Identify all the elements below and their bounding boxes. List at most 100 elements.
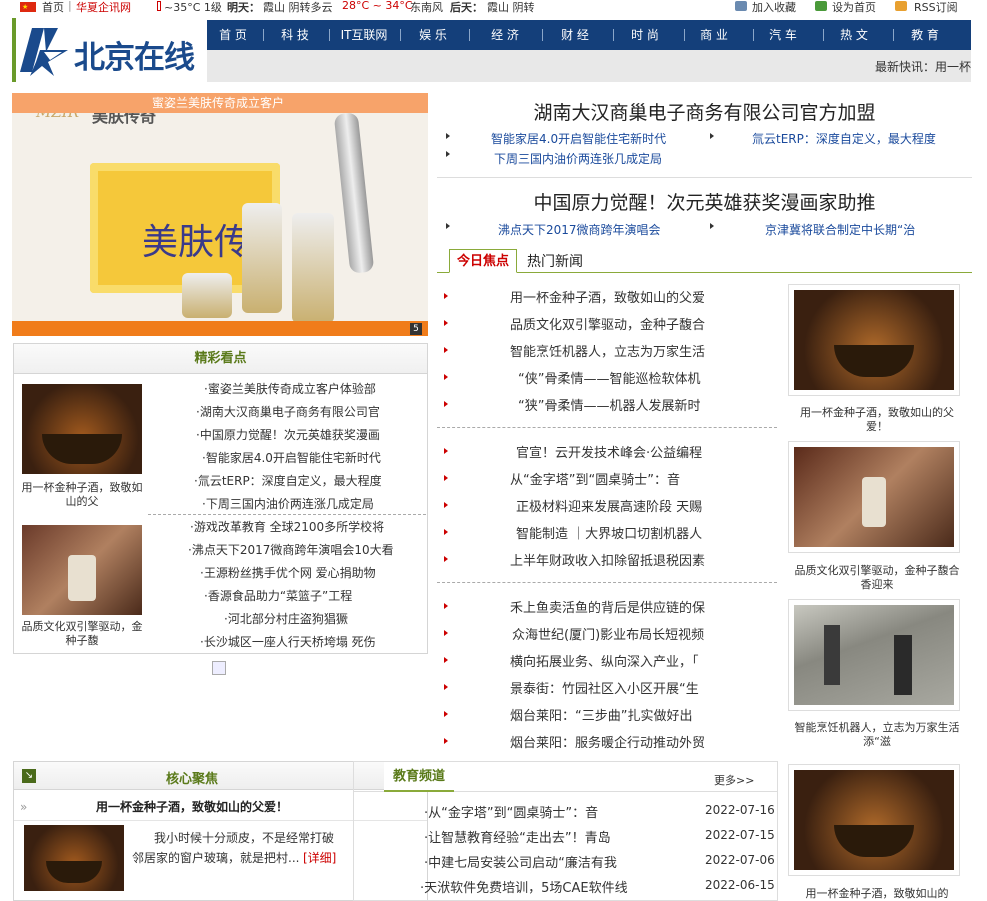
nav-fashion[interactable]: 时 尚 [617,20,673,50]
weather-tomorrow-temp: 28°C ~ 34°C [342,0,413,12]
nav-tech[interactable]: 科 技 [267,20,323,50]
nav-ent[interactable]: 娱 乐 [404,20,462,50]
nav-auto[interactable]: 汽 车 [757,20,809,50]
logo-mark-icon [20,28,68,76]
list-item[interactable]: 官宣！云开发技术峰会·公益编程 [516,442,702,461]
nav-finance[interactable]: 财 经 [546,20,604,50]
after-label: 后天： [450,1,483,14]
right-image-2-caption[interactable]: 品质文化双引擎驱动，金种子馥合香迎来 [792,564,962,592]
hexin-headline[interactable]: 用一杯金种子酒，致敬如山的父爱！ [96,798,288,815]
headline-2-sub-2[interactable]: 京津冀将联合制定中长期“治 [765,221,915,238]
ticker-text[interactable]: 最新快讯：用一杯 [875,58,971,75]
nav-divider [893,29,894,41]
list-item[interactable]: ·蜜姿兰美肤传奇成立客户体验部 [204,380,376,397]
list-item[interactable]: ·游戏改革教育 全球2100多所学校将 [190,518,384,535]
list-item[interactable]: “狭”骨柔情——机器人发展新时 [518,395,700,414]
headline-1-sub-3[interactable]: 下周三国内油价两连张几成定局 [494,150,662,167]
nav-edu[interactable]: 教 育 [897,20,953,50]
nav-hot[interactable]: 热 文 [827,20,881,50]
list-item[interactable]: 众海世纪(厦门)影业布局长短视频 [512,624,704,643]
edu-item[interactable]: ·天洑软件免费培训，5场CAE软件线 [420,877,628,896]
home-link[interactable]: 首页 [42,0,64,15]
jingcai-thumb-2[interactable] [22,525,142,615]
tab-hot[interactable]: 热门新闻 [527,250,583,274]
bullet-icon [444,475,448,481]
hexin-title: 核心聚焦 [165,772,218,787]
headline-2[interactable]: 中国原力觉醒！次元英雄获奖漫画家助推 [437,188,972,215]
edu-item-date: 2022-07-06 [705,853,775,867]
weather-tomorrow-wind: 东南风 [410,1,443,14]
right-image-2-pic [794,447,954,547]
list-item[interactable]: 烟台莱阳：“三步曲”扎实做好出 [510,705,692,724]
list-item[interactable]: ·中国原力觉醒！次元英雄获奖漫画 [196,426,380,443]
double-chevron-icon: » [20,800,28,814]
list-item[interactable]: 智能制造 ｜大界坡口切割机器人 [516,523,702,542]
nav-internet[interactable]: IT互联网 [333,20,395,50]
edu-item[interactable]: ·中建七局安装公司启动“廉洁有我 [424,852,617,871]
site-logo[interactable]: 北京在线 [12,18,204,82]
headline-1[interactable]: 湖南大汉商巢电子商务有限公司官方加盟 [437,98,972,125]
list-item[interactable]: 从“金字塔”到“圆桌骑士”：音 [510,469,680,488]
list-item[interactable]: ·王源粉丝携手优个网 爱心捐助物 [200,564,376,581]
list-item[interactable]: ·长沙城区一座人行天桥垮塌 死伤 [200,633,376,650]
list-item[interactable]: 品质文化双引擎驱动，金种子馥合 [510,314,705,333]
list-item[interactable]: ·下周三国内油价两连涨几成定局 [202,495,374,512]
list-item[interactable]: ·氚云tERP：深度自定义，最大程度 [194,472,382,489]
list-item[interactable]: 用一杯金种子酒，致敬如山的父爱 [510,287,705,306]
rss-link[interactable]: RSS订阅 [914,0,958,15]
jingcai-thumb-1[interactable] [22,384,142,474]
right-image-1-pic [794,290,954,390]
list-item[interactable]: 禾上鱼卖活鱼的背后是供应链的保 [510,597,705,616]
list-item[interactable]: 烟台莱阳：服务暖企行动推动外贸 [510,732,705,751]
edu-item-date: 2022-07-15 [705,828,775,842]
list-item[interactable]: ·湖南大汉商巢电子商务有限公司官 [196,403,380,420]
bullet-icon [444,738,448,744]
list-item[interactable]: 智能烹饪机器人，立志为万家生活 [510,341,705,360]
list-item[interactable]: ·河北部分村庄盗狗猖獗 [224,610,348,627]
right-image-4[interactable] [788,764,960,876]
list-item[interactable]: ·香源食品助力“菜篮子”工程 [204,587,352,604]
bowl-shape [834,825,914,857]
bullet-icon [444,401,448,407]
favorite-link[interactable]: 加入收藏 [752,0,796,15]
headline-2-sub-1[interactable]: 沸点天下2017微商跨年演唱会 [498,221,661,238]
nav-business[interactable]: 商 业 [688,20,740,50]
tab-focus[interactable]: 今日焦点 [449,249,517,273]
list-item[interactable]: “侠”骨柔情——智能巡检软体机 [518,368,700,387]
list-item[interactable]: ·智能家居4.0开启智能住宅新时代 [202,449,381,466]
hexin-more-link[interactable]: [详细] [303,849,336,866]
nav-economy[interactable]: 经 济 [473,20,537,50]
edu-more-link[interactable]: 更多>> [714,772,754,788]
edu-title[interactable]: 教育频道 [384,762,454,792]
right-image-2[interactable] [788,441,960,553]
jingcai-thumb-1-caption[interactable]: 用一杯金种子酒，致敬如山的父 [18,481,146,509]
list-item[interactable]: 上半年财政收入扣除留抵退税因素 [510,550,705,569]
edu-item[interactable]: ·从“金字塔”到“圆桌骑士”：音 [424,802,598,821]
list-item[interactable]: 景泰街：竹园社区入小区开展“生 [510,678,699,697]
list-item[interactable]: 横向拓展业务、纵向深入产业，「 [510,651,699,670]
sethome-link[interactable]: 设为首页 [832,0,876,15]
list-item[interactable]: 正极材料迎来发展高速阶段 天赐 [516,496,702,515]
headline-1-sub-2[interactable]: 氚云tERP：深度自定义，最大程度 [752,130,936,147]
bottle-3 [182,273,232,318]
headline-1-sub-1[interactable]: 智能家居4.0开启智能住宅新时代 [491,130,666,147]
edu-item[interactable]: ·让智慧教育经验“走出去”！青岛 [424,827,611,846]
thermometer-icon [157,1,161,11]
bowl-shape [834,345,914,377]
right-image-1-caption[interactable]: 用一杯金种子酒，致敬如山的父爱！ [792,406,962,434]
image-slider[interactable]: MZIR 美肤传奇 美肤传 蜜姿兰美肤传奇成立客户 5 [12,93,428,336]
bullet-icon [444,293,448,299]
bullet-icon [446,223,450,229]
hexin-thumb[interactable] [24,825,124,891]
jingcai-box: 精彩看点 用一杯金种子酒，致敬如山的父 品质文化双引擎驱动，金种子馥 ·蜜姿兰美… [13,343,428,654]
right-image-3[interactable] [788,599,960,711]
huaxia-link[interactable]: 华夏企讯网 [76,0,131,15]
slider-page[interactable]: 5 [410,323,422,335]
slider-caption[interactable]: 蜜姿兰美肤传奇成立客户 [12,93,428,113]
jingcai-thumb-2-caption[interactable]: 品质文化双引擎驱动，金种子馥 [18,620,146,648]
right-image-3-caption[interactable]: 智能烹饪机器人，立志为万家生活添“滋 [792,721,962,749]
nav-home[interactable]: 首 页 [207,20,259,50]
right-image-1[interactable] [788,284,960,396]
list-item[interactable]: ·沸点天下2017微商跨年演唱会10大看 [188,541,394,558]
logo-text: 北京在线 [74,40,195,76]
